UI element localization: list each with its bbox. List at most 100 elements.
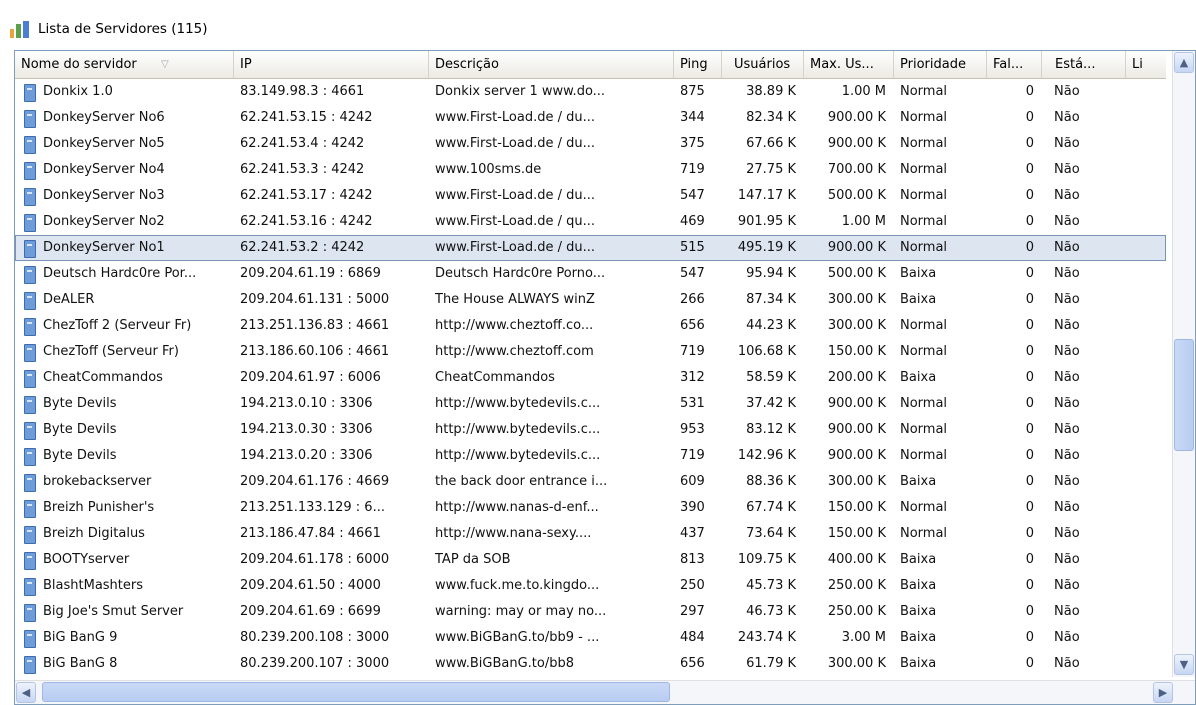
column-header-users[interactable]: Usuários — [722, 51, 804, 78]
column-header-label: Descrição — [435, 57, 499, 72]
cell-users: 38.89 K — [746, 84, 796, 99]
cell-users: 901.95 K — [737, 214, 796, 229]
table-row[interactable]: ChezToff 2 (Serveur Fr) 213.251.136.83 : … — [15, 313, 1166, 339]
cell-ping: 609 — [680, 474, 705, 489]
cell-users: 83.12 K — [746, 422, 796, 437]
table-row[interactable]: Donkix 1.0 83.149.98.3 : 4661 Donkix serve… — [15, 79, 1166, 105]
column-header-static[interactable]: Está... — [1042, 51, 1126, 78]
cell-static: Não — [1054, 292, 1080, 307]
cell-priority: Normal — [900, 110, 948, 125]
column-header-limit[interactable]: Li — [1126, 51, 1166, 78]
cell-failures: 0 — [1025, 422, 1034, 437]
column-header-max-users[interactable]: Max. Us... — [804, 51, 894, 78]
cell-ip: 80.239.200.108 : 3000 — [240, 630, 390, 645]
table-row[interactable]: Deutsch Hardc0re Por... 209.204.61.19 : 6… — [15, 261, 1166, 287]
table-row[interactable]: BiG BanG 9 80.239.200.108 : 3000 www.BiGBa… — [15, 625, 1166, 651]
column-header-name[interactable]: Nome do servidor ▽ — [15, 51, 234, 78]
scroll-left-button[interactable]: ◀ — [16, 682, 36, 703]
scroll-right-button[interactable]: ▶ — [1153, 682, 1173, 703]
table-row[interactable]: CheatCommandos 209.204.61.97 : 6006 CheatC… — [15, 365, 1166, 391]
table-row[interactable]: Byte Devils 194.213.0.10 : 3306 http://www… — [15, 391, 1166, 417]
cell-max-users: 150.00 K — [827, 526, 886, 541]
table-row[interactable]: DonkeyServer No3 62.241.53.17 : 4242 www.F… — [15, 183, 1166, 209]
horizontal-scrollbar[interactable]: ◀ ▶ — [15, 680, 1195, 704]
cell-ip: 194.213.0.30 : 3306 — [240, 422, 373, 437]
cell-server-name: DeALER — [43, 292, 95, 307]
vertical-scrollbar[interactable]: ▲ ▼ — [1172, 51, 1195, 677]
cell-ping: 250 — [680, 578, 705, 593]
column-header-description[interactable]: Descrição — [429, 51, 674, 78]
cell-server-name: ChezToff (Serveur Fr) — [43, 344, 179, 359]
scroll-up-button[interactable]: ▲ — [1174, 52, 1194, 73]
table-row[interactable]: Breizh Digitalus 213.186.47.84 : 4661 http… — [15, 521, 1166, 547]
table-row[interactable]: DonkeyServer No4 62.241.53.3 : 4242 www.10… — [15, 157, 1166, 183]
cell-failures: 0 — [1025, 136, 1034, 151]
scroll-down-button[interactable]: ▼ — [1174, 654, 1194, 675]
table-row[interactable]: DonkeyServer No6 62.241.53.15 : 4242 www.F… — [15, 105, 1166, 131]
table-row[interactable]: Big Joe's Smut Server 209.204.61.69 : 669… — [15, 599, 1166, 625]
cell-description: http://www.nana-sexy.... — [435, 526, 592, 541]
title-bar: Lista de Servidores (115) — [0, 0, 1196, 50]
cell-ip: 62.241.53.17 : 4242 — [240, 188, 373, 203]
cell-server-name: Byte Devils — [43, 448, 117, 463]
column-header-priority[interactable]: Prioridade — [894, 51, 987, 78]
column-header-ip[interactable]: IP — [234, 51, 429, 78]
cell-static: Não — [1054, 422, 1080, 437]
table-row[interactable]: Byte Devils 194.213.0.20 : 3306 http://www… — [15, 443, 1166, 469]
cell-priority: Normal — [900, 422, 948, 437]
cell-ip: 209.204.61.176 : 4669 — [240, 474, 390, 489]
cell-description: www.First-Load.de / du... — [435, 188, 595, 203]
cell-priority: Baixa — [900, 474, 937, 489]
cell-failures: 0 — [1025, 188, 1034, 203]
cell-static: Não — [1054, 84, 1080, 99]
cell-static: Não — [1054, 448, 1080, 463]
cell-users: 109.75 K — [737, 552, 796, 567]
cell-max-users: 3.00 M — [841, 630, 886, 645]
cell-users: 495.19 K — [737, 240, 796, 255]
table-row[interactable]: BOOTYserver 209.204.61.178 : 6000 TAP da S… — [15, 547, 1166, 573]
server-list-view[interactable]: Nome do servidor ▽ IP Descrição Ping Usuá… — [14, 50, 1196, 705]
table-row[interactable]: DeALER 209.204.61.131 : 5000 The House ALW… — [15, 287, 1166, 313]
table-row[interactable]: DonkeyServer No2 62.241.53.16 : 4242 www.F… — [15, 209, 1166, 235]
cell-ip: 213.186.47.84 : 4661 — [240, 526, 381, 541]
cell-description: www.First-Load.de / du... — [435, 240, 595, 255]
cell-description: Deutsch Hardc0re Porno... — [435, 266, 606, 281]
cell-server-name: Breizh Punisher's — [43, 500, 155, 515]
horizontal-scroll-thumb[interactable] — [42, 682, 670, 702]
server-list-icon — [10, 21, 29, 38]
cell-server-name: Donkix 1.0 — [43, 84, 113, 99]
table-row[interactable]: Breizh Punisher's 213.251.133.129 : 6... h… — [15, 495, 1166, 521]
vertical-scroll-thumb[interactable] — [1174, 339, 1194, 451]
cell-description: www.First-Load.de / qu... — [435, 214, 595, 229]
cell-description: http://www.cheztoff.co... — [435, 318, 594, 333]
cell-server-name: Deutsch Hardc0re Por... — [43, 266, 197, 281]
cell-server-name: BiG BanG 9 — [43, 630, 118, 645]
cell-ping: 390 — [680, 500, 705, 515]
cell-ip: 209.204.61.178 : 6000 — [240, 552, 390, 567]
cell-max-users: 300.00 K — [827, 292, 886, 307]
table-row[interactable]: DonkeyServer No5 62.241.53.4 : 4242 www.Fi… — [15, 131, 1166, 157]
column-header-failures[interactable]: Fal... — [987, 51, 1042, 78]
column-header-ping[interactable]: Ping — [674, 51, 722, 78]
cell-priority: Baixa — [900, 604, 937, 619]
cell-failures: 0 — [1025, 110, 1034, 125]
cell-ping: 547 — [680, 266, 705, 281]
cell-static: Não — [1054, 526, 1080, 541]
table-row[interactable]: Byte Devils 194.213.0.30 : 3306 http://www… — [15, 417, 1166, 443]
cell-ip: 213.186.60.106 : 4661 — [240, 344, 390, 359]
column-header: Nome do servidor ▽ IP Descrição Ping Usuá… — [15, 51, 1166, 79]
table-row[interactable]: ChezToff (Serveur Fr) 213.186.60.106 : 46… — [15, 339, 1166, 365]
cell-ping: 656 — [680, 656, 705, 671]
cell-users: 82.34 K — [746, 110, 796, 125]
table-row[interactable]: BlashtMashters 209.204.61.50 : 4000 www.fu… — [15, 573, 1166, 599]
cell-description: www.100sms.de — [435, 162, 542, 177]
table-row[interactable]: brokebackserver 209.204.61.176 : 4669 the … — [15, 469, 1166, 495]
cell-failures: 0 — [1025, 214, 1034, 229]
cell-priority: Normal — [900, 188, 948, 203]
table-row[interactable]: BiG BanG 8 80.239.200.107 : 3000 www.BiGBa… — [15, 651, 1166, 677]
table-row[interactable]: DonkeyServer No1 62.241.53.2 : 4242 www.Fi… — [15, 235, 1166, 261]
cell-priority: Normal — [900, 162, 948, 177]
cell-static: Não — [1054, 110, 1080, 125]
cell-description: www.BiGBanG.to/bb8 — [435, 656, 574, 671]
cell-ping: 437 — [680, 526, 705, 541]
